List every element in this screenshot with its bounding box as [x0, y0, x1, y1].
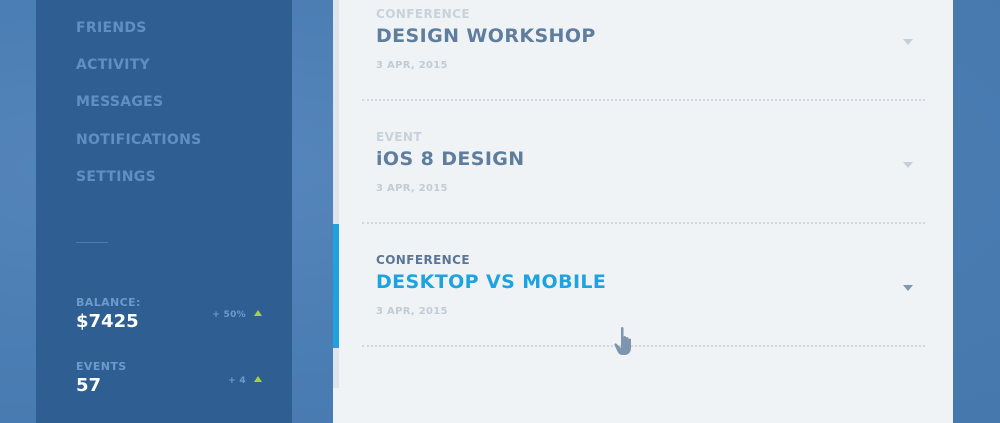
sidebar: FRIENDS ACTIVITY MESSAGES NOTIFICATIONS … — [36, 0, 292, 423]
nav-item-messages[interactable]: MESSAGES — [76, 94, 163, 110]
sidebar-divider — [76, 242, 108, 243]
event-title: iOS 8 DESIGN — [376, 148, 525, 170]
event-type: EVENT — [376, 130, 422, 144]
event-type: CONFERENCE — [376, 253, 470, 267]
event-title: DESIGN WORKSHOP — [376, 25, 596, 47]
events-delta: + 4 — [228, 376, 262, 386]
nav-item-friends[interactable]: FRIENDS — [76, 20, 147, 36]
event-card-desktop-vs-mobile[interactable]: CONFERENCE DESKTOP VS MOBILE 3 APR, 2015 — [333, 246, 953, 369]
event-date: 3 APR, 2015 — [376, 60, 448, 71]
balance-delta-text: + 50% — [212, 310, 246, 320]
event-card-ios8-design[interactable]: EVENT iOS 8 DESIGN 3 APR, 2015 — [333, 123, 953, 246]
events-panel: CONFERENCE DESIGN WORKSHOP 3 APR, 2015 E… — [333, 0, 953, 423]
event-date: 3 APR, 2015 — [376, 183, 448, 194]
arrow-up-icon — [254, 310, 262, 316]
events-delta-text: + 4 — [228, 376, 246, 386]
hand-pointer-icon — [614, 327, 631, 355]
nav-item-notifications[interactable]: NOTIFICATIONS — [76, 132, 202, 148]
dotted-separator — [362, 99, 925, 101]
event-title: DESKTOP VS MOBILE — [376, 271, 607, 293]
events-label: EVENTS — [76, 360, 127, 373]
event-date: 3 APR, 2015 — [376, 306, 448, 317]
nav-item-settings[interactable]: SETTINGS — [76, 169, 156, 185]
balance-value: $7425 — [76, 311, 139, 332]
balance-label: BALANCE: — [76, 296, 141, 309]
arrow-up-icon — [254, 376, 262, 382]
balance-delta: + 50% — [212, 310, 262, 320]
events-value: 57 — [76, 375, 102, 396]
event-type: CONFERENCE — [376, 7, 470, 21]
chevron-down-icon[interactable] — [903, 39, 913, 45]
chevron-down-icon[interactable] — [903, 285, 913, 291]
dotted-separator — [362, 345, 925, 347]
event-card-design-workshop[interactable]: CONFERENCE DESIGN WORKSHOP 3 APR, 2015 — [333, 0, 953, 123]
nav-item-activity[interactable]: ACTIVITY — [76, 57, 150, 73]
chevron-down-icon[interactable] — [903, 162, 913, 168]
dotted-separator — [362, 222, 925, 224]
